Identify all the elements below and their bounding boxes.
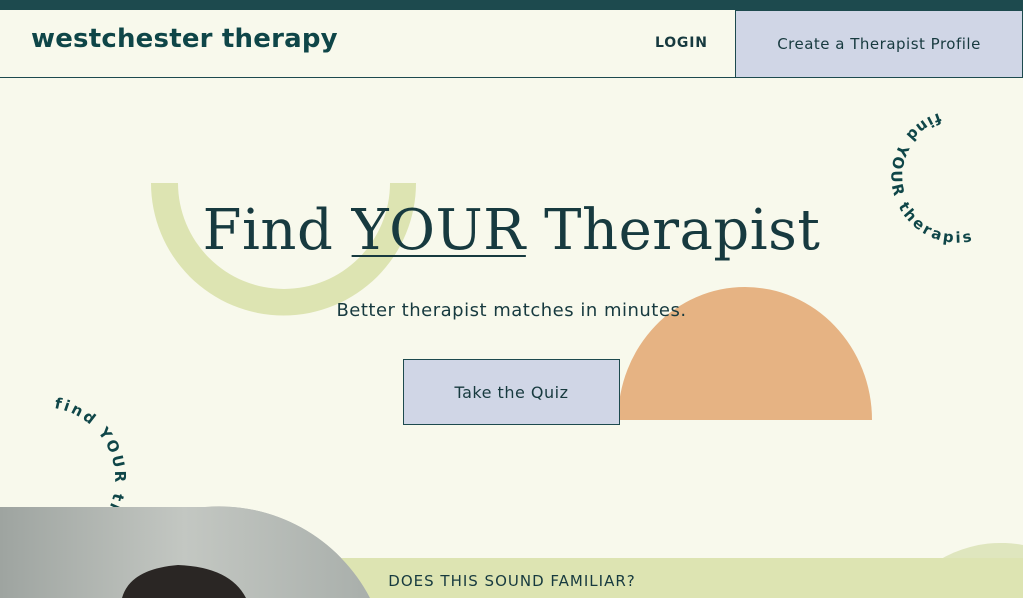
create-therapist-profile-button[interactable]: Create a Therapist Profile xyxy=(735,10,1023,78)
hero-title-prefix: Find xyxy=(202,198,352,263)
therapist-photo xyxy=(0,507,370,598)
person-photo-placeholder xyxy=(0,507,370,598)
familiar-section-heading: DOES THIS SOUND FAMILIAR? xyxy=(388,572,636,590)
hero-title-suffix: Therapist xyxy=(525,198,821,263)
site-logo[interactable]: westchester therapy xyxy=(31,24,338,54)
hero-subtitle: Better therapist matches in minutes. xyxy=(336,300,687,321)
site-header: westchester therapy LOGIN Create a Thera… xyxy=(0,10,1023,78)
login-link[interactable]: LOGIN xyxy=(655,35,708,51)
take-quiz-button[interactable]: Take the Quiz xyxy=(403,359,620,425)
hero-title-emphasis: YOUR xyxy=(351,198,526,263)
hero-title: Find YOUR Therapist xyxy=(0,198,1023,263)
